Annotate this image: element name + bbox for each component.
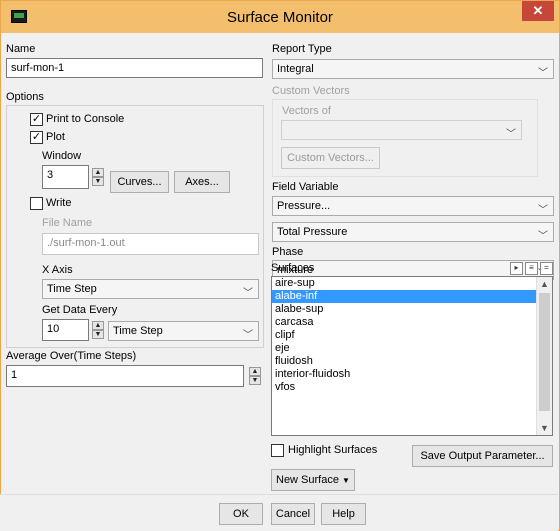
spin-down-icon[interactable]: ▼ [92, 330, 104, 339]
list-item[interactable]: fluidosh [272, 355, 552, 368]
spin-up-icon[interactable]: ▲ [92, 321, 104, 330]
axes-button[interactable]: Axes... [174, 171, 230, 193]
surfaces-label: Surfaces [271, 262, 315, 274]
spin-up-icon[interactable]: ▲ [249, 367, 261, 376]
list-item[interactable]: alabe-sup [272, 303, 552, 316]
help-button[interactable]: Help [321, 503, 366, 525]
scrollbar-thumb[interactable] [539, 293, 550, 411]
chevron-down-icon: ﹀ [538, 68, 548, 79]
list-item[interactable]: aire-sup [272, 277, 552, 290]
plot-label: Plot [46, 131, 65, 143]
print-to-console-label: Print to Console [46, 113, 125, 125]
chevron-down-icon: ﹀ [243, 330, 253, 341]
highlight-surfaces-label: Highlight Surfaces [288, 444, 378, 456]
name-label: Name [6, 43, 36, 55]
write-label: Write [46, 197, 72, 209]
chevron-down-icon: ﹀ [243, 288, 253, 299]
title-bar: Surface Monitor ✕ [1, 1, 559, 33]
x-axis-label: X Axis [42, 264, 73, 276]
custom-vectors-label: Custom Vectors [272, 85, 350, 97]
save-output-parameter-button[interactable]: Save Output Parameter... [412, 445, 553, 467]
window-title: Surface Monitor [227, 9, 333, 26]
field-variable-select[interactable]: Total Pressure ﹀ [272, 222, 554, 242]
get-data-every-unit-select[interactable]: Time Step ﹀ [108, 321, 259, 341]
field-variable-value: Total Pressure [277, 226, 348, 238]
chevron-down-icon: ﹀ [538, 205, 548, 216]
report-type-value: Integral [277, 63, 314, 75]
ok-button[interactable]: OK [219, 503, 263, 525]
vectors-of-select[interactable]: ﹀ [281, 120, 522, 140]
new-surface-label: New Surface [276, 474, 339, 486]
x-axis-select[interactable]: Time Step ﹀ [42, 279, 259, 299]
average-over-input[interactable]: 1 [6, 365, 244, 387]
list-item[interactable]: interior-fluidosh [272, 368, 552, 381]
list-item-selected[interactable]: alabe-inf [272, 290, 552, 303]
x-axis-value: Time Step [47, 283, 97, 295]
file-name-input[interactable]: ./surf-mon-1.out [42, 233, 259, 255]
plot-checkbox[interactable]: ✓ [30, 131, 43, 144]
options-label: Options [6, 91, 44, 103]
window-label: Window [42, 150, 82, 162]
caret-down-icon: ▼ [342, 476, 350, 485]
get-data-every-spinner[interactable]: ▲ ▼ [92, 321, 104, 339]
average-over-spinner[interactable]: ▲ ▼ [249, 367, 261, 385]
get-data-every-label: Get Data Every [42, 304, 118, 316]
custom-vectors-button[interactable]: Custom Vectors... [281, 147, 380, 169]
field-variable-label: Field Variable [272, 181, 339, 193]
surfaces-listbox[interactable]: aire-sup alabe-inf alabe-sup carcasa cli… [271, 276, 553, 436]
deselect-icon[interactable]: = [540, 262, 553, 275]
spin-down-icon[interactable]: ▼ [92, 177, 104, 186]
spin-down-icon[interactable]: ▼ [249, 376, 261, 385]
list-item[interactable]: eje [272, 342, 552, 355]
surfaces-scrollbar[interactable]: ▲ ▼ [536, 277, 552, 435]
write-checkbox[interactable] [30, 197, 43, 210]
dialog-footer: OK Cancel Help [0, 494, 558, 531]
chevron-down-icon: ﹀ [538, 231, 548, 242]
select-all-icon[interactable]: ▸ [510, 262, 523, 275]
field-variable-category-select[interactable]: Pressure... ﹀ [272, 196, 554, 216]
highlight-surfaces-checkbox[interactable] [271, 444, 284, 457]
window-input[interactable]: 3 [42, 165, 89, 189]
file-name-label: File Name [42, 217, 93, 229]
list-item[interactable]: clipf [272, 329, 552, 342]
name-input[interactable]: surf-mon-1 [6, 58, 263, 78]
average-over-label: Average Over(Time Steps) [6, 350, 137, 362]
cancel-button[interactable]: Cancel [271, 503, 315, 525]
list-item[interactable]: carcasa [272, 316, 552, 329]
report-type-label: Report Type [272, 43, 332, 55]
window-spinner[interactable]: ▲ ▼ [92, 168, 104, 186]
print-to-console-checkbox[interactable]: ✓ [30, 113, 43, 126]
new-surface-button[interactable]: New Surface ▼ [271, 469, 355, 491]
scroll-down-icon[interactable]: ▼ [537, 423, 552, 433]
scroll-up-icon[interactable]: ▲ [537, 279, 552, 289]
vectors-of-label: Vectors of [282, 105, 331, 117]
list-view-icon[interactable]: ≡ [525, 262, 538, 275]
get-data-every-input[interactable]: 10 [42, 319, 89, 341]
chevron-down-icon: ﹀ [506, 129, 516, 140]
report-type-select[interactable]: Integral ﹀ [272, 59, 554, 79]
close-icon[interactable]: ✕ [522, 1, 554, 21]
phase-label: Phase [272, 246, 304, 258]
curves-button[interactable]: Curves... [110, 171, 169, 193]
get-data-every-unit-value: Time Step [113, 325, 163, 337]
field-variable-category-value: Pressure... [277, 200, 331, 212]
list-item[interactable]: vfos [272, 381, 552, 394]
spin-up-icon[interactable]: ▲ [92, 168, 104, 177]
